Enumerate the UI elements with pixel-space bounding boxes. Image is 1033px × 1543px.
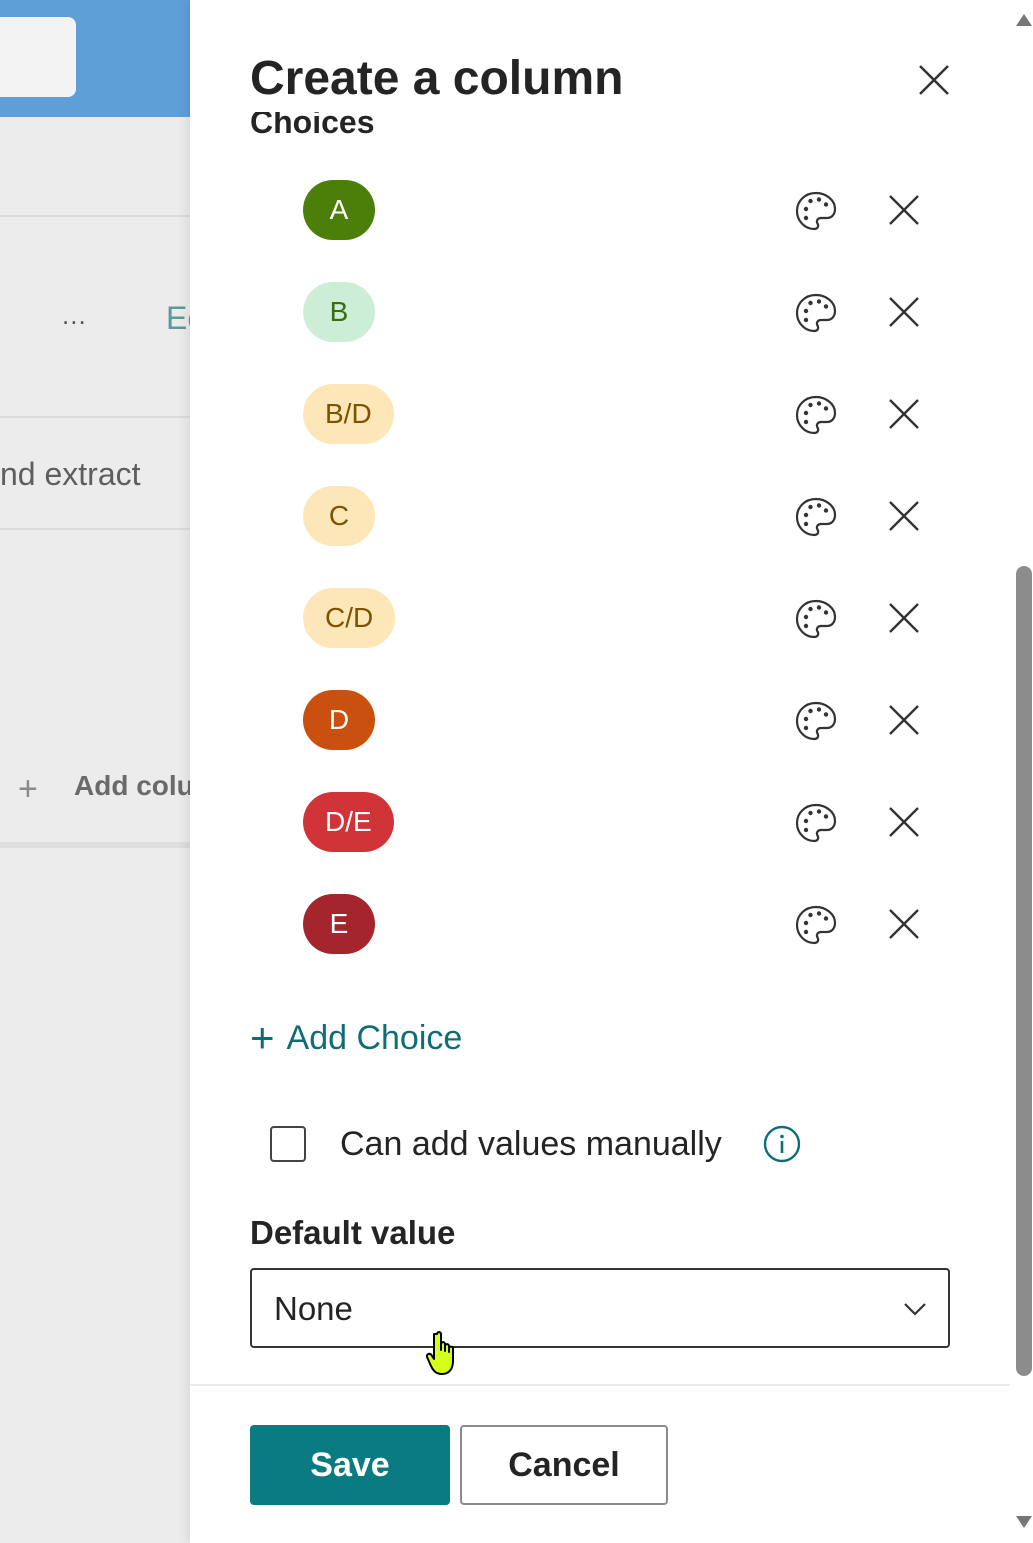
add-choice-button[interactable]: + Add Choice <box>250 1014 463 1061</box>
choice-pill[interactable]: C <box>303 486 375 546</box>
default-value-selected: None <box>274 1290 353 1327</box>
background-add-column-label: Add colu <box>74 770 190 801</box>
background-add-column-icon: + <box>18 770 38 808</box>
scroll-down-arrow-icon[interactable] <box>1016 1516 1032 1528</box>
save-button[interactable]: Save <box>250 1425 450 1505</box>
choice-row: C <box>190 464 990 566</box>
choice-row: B <box>190 260 990 362</box>
cancel-button[interactable]: Cancel <box>460 1425 668 1505</box>
choice-row: B/D <box>190 362 990 464</box>
palette-icon[interactable] <box>793 596 839 642</box>
close-icon[interactable] <box>912 58 956 102</box>
manual-values-checkbox[interactable] <box>270 1126 306 1162</box>
remove-choice-icon[interactable] <box>884 190 924 230</box>
choice-row: D/E <box>190 770 990 872</box>
palette-icon[interactable] <box>793 902 839 948</box>
choice-pill[interactable]: E <box>303 894 375 954</box>
background-page: ... Ec nd extract + Add colu <box>0 0 190 1543</box>
palette-icon[interactable] <box>793 698 839 744</box>
palette-icon[interactable] <box>793 392 839 438</box>
remove-choice-icon[interactable] <box>884 700 924 740</box>
manual-values-label: Can add values manually <box>340 1124 722 1163</box>
choices-label: Choices <box>250 112 375 138</box>
info-icon[interactable] <box>762 1124 802 1164</box>
remove-choice-icon[interactable] <box>884 394 924 434</box>
choice-row: C/D <box>190 566 990 668</box>
panel-title: Create a column <box>250 52 624 105</box>
manual-values-row: Can add values manually <box>270 1124 802 1164</box>
choice-pill[interactable]: B <box>303 282 375 342</box>
choice-pill[interactable]: D/E <box>303 792 394 852</box>
choice-pill[interactable]: C/D <box>303 588 396 648</box>
default-value-label: Default value <box>250 1214 456 1251</box>
divider <box>0 528 190 530</box>
background-more-button: ... <box>62 300 87 330</box>
scroll-up-arrow-icon[interactable] <box>1016 14 1032 26</box>
choice-row: A <box>190 158 990 260</box>
palette-icon[interactable] <box>793 290 839 336</box>
background-search-box <box>0 17 76 97</box>
remove-choice-icon[interactable] <box>884 802 924 842</box>
palette-icon[interactable] <box>793 494 839 540</box>
choice-pill[interactable]: B/D <box>303 384 394 444</box>
remove-choice-icon[interactable] <box>884 292 924 332</box>
remove-choice-icon[interactable] <box>884 904 924 944</box>
divider <box>0 215 190 217</box>
choice-pill[interactable]: A <box>303 180 375 240</box>
default-value-dropdown[interactable]: None <box>250 1268 950 1348</box>
divider <box>0 842 190 848</box>
remove-choice-icon[interactable] <box>884 598 924 638</box>
remove-choice-icon[interactable] <box>884 496 924 536</box>
background-item-text: nd extract <box>0 456 141 492</box>
create-column-panel: Create a column Choices A B B/D C C/D D D/E E +… <box>190 0 1033 1543</box>
choice-row: D <box>190 668 990 770</box>
footer-divider <box>190 1384 1010 1386</box>
chevron-down-icon <box>904 1303 926 1316</box>
plus-icon: + <box>250 1014 275 1061</box>
palette-icon[interactable] <box>793 188 839 234</box>
add-choice-label: Add Choice <box>286 1018 463 1057</box>
scrollbar-thumb[interactable] <box>1016 566 1032 1376</box>
choice-row: E <box>190 872 990 974</box>
divider <box>0 416 190 418</box>
background-edit-text: Ec <box>166 300 190 336</box>
hand-cursor-icon <box>425 1331 454 1375</box>
palette-icon[interactable] <box>793 800 839 846</box>
choice-pill[interactable]: D <box>303 690 375 750</box>
